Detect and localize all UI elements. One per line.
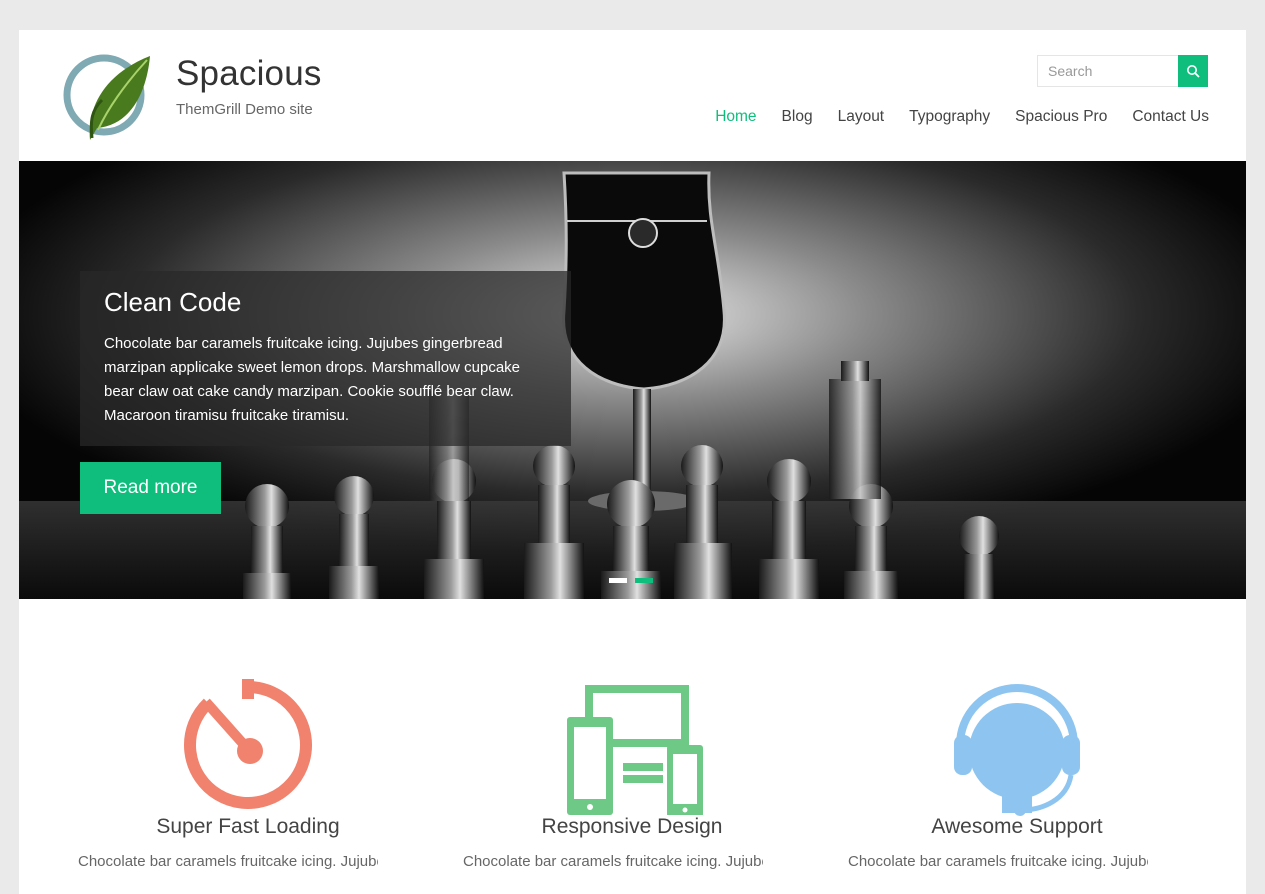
search-form <box>1037 55 1209 87</box>
nav-item-blog[interactable]: Blog <box>782 108 813 126</box>
hero-slider: Clean Code Chocolate bar caramels fruitc… <box>19 161 1246 599</box>
search-button[interactable] <box>1178 55 1208 87</box>
feature-title-3[interactable]: Awesome Support <box>867 815 1167 839</box>
nav-item-layout[interactable]: Layout <box>838 108 885 126</box>
nav-item-contact-us[interactable]: Contact Us <box>1132 108 1209 126</box>
feature-text-2: Chocolate bar caramels fruitcake icing. … <box>463 853 763 870</box>
site-title[interactable]: Spacious <box>176 54 322 94</box>
site-description: ThemGrill Demo site <box>176 101 313 118</box>
slide-caption: Clean Code Chocolate bar caramels fruitc… <box>80 271 571 446</box>
feature-title-1[interactable]: Super Fast Loading <box>98 815 398 839</box>
slide-description: Chocolate bar caramels fruitcake icing. … <box>104 335 521 424</box>
search-icon <box>1187 65 1200 78</box>
nav-item-spacious-pro[interactable]: Spacious Pro <box>1015 108 1107 126</box>
slider-dot-1[interactable] <box>609 578 627 583</box>
devices-icon <box>567 685 703 815</box>
slide-title[interactable]: Clean Code <box>104 287 547 318</box>
stopwatch-icon <box>184 679 312 809</box>
read-more-button[interactable]: Read more <box>80 462 221 514</box>
feature-card-2 <box>482 640 782 815</box>
feature-text-3: Chocolate bar caramels fruitcake icing. … <box>848 853 1148 870</box>
site-logo[interactable] <box>62 50 152 145</box>
feature-card-1 <box>98 640 398 815</box>
feature-card-3 <box>867 640 1167 825</box>
nav-item-home[interactable]: Home <box>715 108 756 126</box>
headset-icon <box>954 684 1080 816</box>
search-input[interactable] <box>1037 55 1178 87</box>
slider-dot-2[interactable] <box>635 578 653 583</box>
feature-text-1: Chocolate bar caramels fruitcake icing. … <box>78 853 378 870</box>
nav-item-typography[interactable]: Typography <box>909 108 990 126</box>
slider-pager <box>609 578 653 583</box>
main-navigation: Home Blog Layout Typography Spacious Pro… <box>715 108 1209 126</box>
feature-title-2[interactable]: Responsive Design <box>482 815 782 839</box>
